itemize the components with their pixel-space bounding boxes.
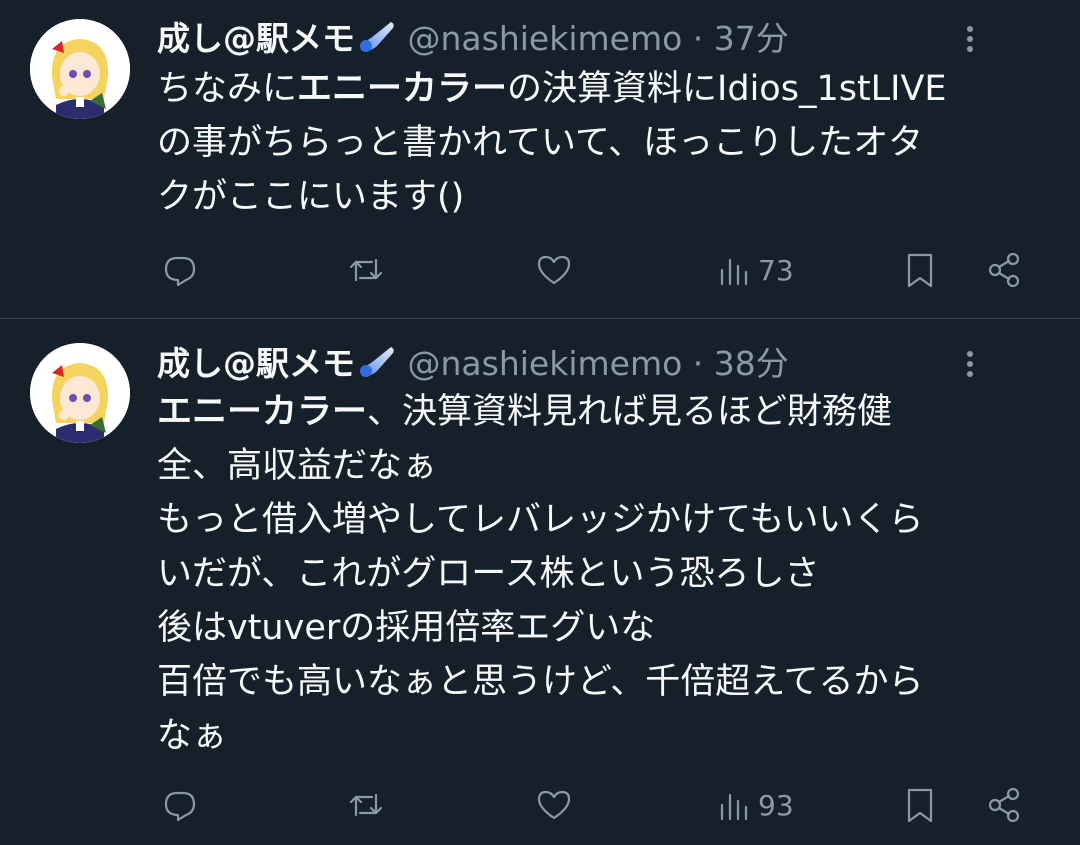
separator: · xyxy=(692,344,704,383)
author-handle[interactable]: @nashiekimemo xyxy=(408,19,683,58)
heart-icon xyxy=(537,790,571,820)
retweet-button[interactable] xyxy=(346,779,386,831)
tweet[interactable]: 成し@駅メモ @nashiekimemo · 37分 ちなみにエニーカラーの決算… xyxy=(0,0,1080,319)
avatar-image xyxy=(30,343,130,443)
tweet-text-bold: エニーカラー xyxy=(297,69,508,109)
avatar[interactable] xyxy=(30,19,130,119)
bar-chart-icon xyxy=(720,793,748,821)
retweet-icon xyxy=(349,793,383,817)
more-options-icon[interactable] xyxy=(950,343,990,385)
retweet-button[interactable] xyxy=(346,244,386,296)
like-button[interactable] xyxy=(534,779,574,831)
action-bar: 73 xyxy=(0,244,1080,296)
like-button[interactable] xyxy=(534,244,574,296)
tweet-text: ちなみにエニーカラーの決算資料にIdios_1stLIVE の事がちらっと書かれ… xyxy=(157,62,1047,224)
views-button[interactable]: 93 xyxy=(716,779,794,831)
tweet-header: 成し@駅メモ @nashiekimemo · 37分 xyxy=(157,18,1020,60)
bookmark-icon xyxy=(907,253,933,288)
bookmark-button[interactable] xyxy=(900,244,940,296)
bookmark-icon xyxy=(907,788,933,823)
views-count: 93 xyxy=(758,788,794,822)
tweet-text-part: 、決算資料見れば見るほど財務健 全、高収益だなぁ もっと借入増やしてレバレッジか… xyxy=(157,392,924,756)
share-button[interactable] xyxy=(984,244,1024,296)
retweet-icon xyxy=(349,258,383,282)
action-bar: 93 xyxy=(0,779,1080,831)
reply-icon xyxy=(164,256,196,287)
comet-icon xyxy=(357,20,397,54)
reply-button[interactable] xyxy=(160,779,200,831)
bar-chart-icon xyxy=(720,258,748,286)
avatar-image xyxy=(30,19,130,119)
bookmark-button[interactable] xyxy=(900,779,940,831)
timestamp[interactable]: 37分 xyxy=(714,19,789,58)
author-handle[interactable]: @nashiekimemo xyxy=(408,344,683,383)
views-count: 73 xyxy=(758,253,794,287)
timestamp[interactable]: 38分 xyxy=(714,344,789,383)
avatar[interactable] xyxy=(30,343,130,443)
views-button[interactable]: 73 xyxy=(716,244,794,296)
tweet-text-bold: エニーカラー xyxy=(157,392,368,432)
tweet-text: エニーカラー、決算資料見れば見るほど財務健 全、高収益だなぁ もっと借入増やして… xyxy=(157,385,1047,763)
more-options-icon[interactable] xyxy=(950,18,990,60)
share-button[interactable] xyxy=(984,779,1024,831)
separator: · xyxy=(692,19,704,58)
author-name[interactable]: 成し@駅メモ xyxy=(157,344,355,383)
tweet-header: 成し@駅メモ @nashiekimemo · 38分 xyxy=(157,343,1020,385)
heart-icon xyxy=(537,255,571,285)
comet-icon xyxy=(357,345,397,379)
share-icon xyxy=(988,787,1020,823)
tweet[interactable]: 成し@駅メモ @nashiekimemo · 38分 エニーカラー、決算資料見れ… xyxy=(0,319,1080,845)
share-icon xyxy=(988,252,1020,288)
tweet-text-part: ちなみに xyxy=(157,69,298,109)
reply-button[interactable] xyxy=(160,244,200,296)
reply-icon xyxy=(164,791,196,822)
author-name[interactable]: 成し@駅メモ xyxy=(157,19,355,58)
